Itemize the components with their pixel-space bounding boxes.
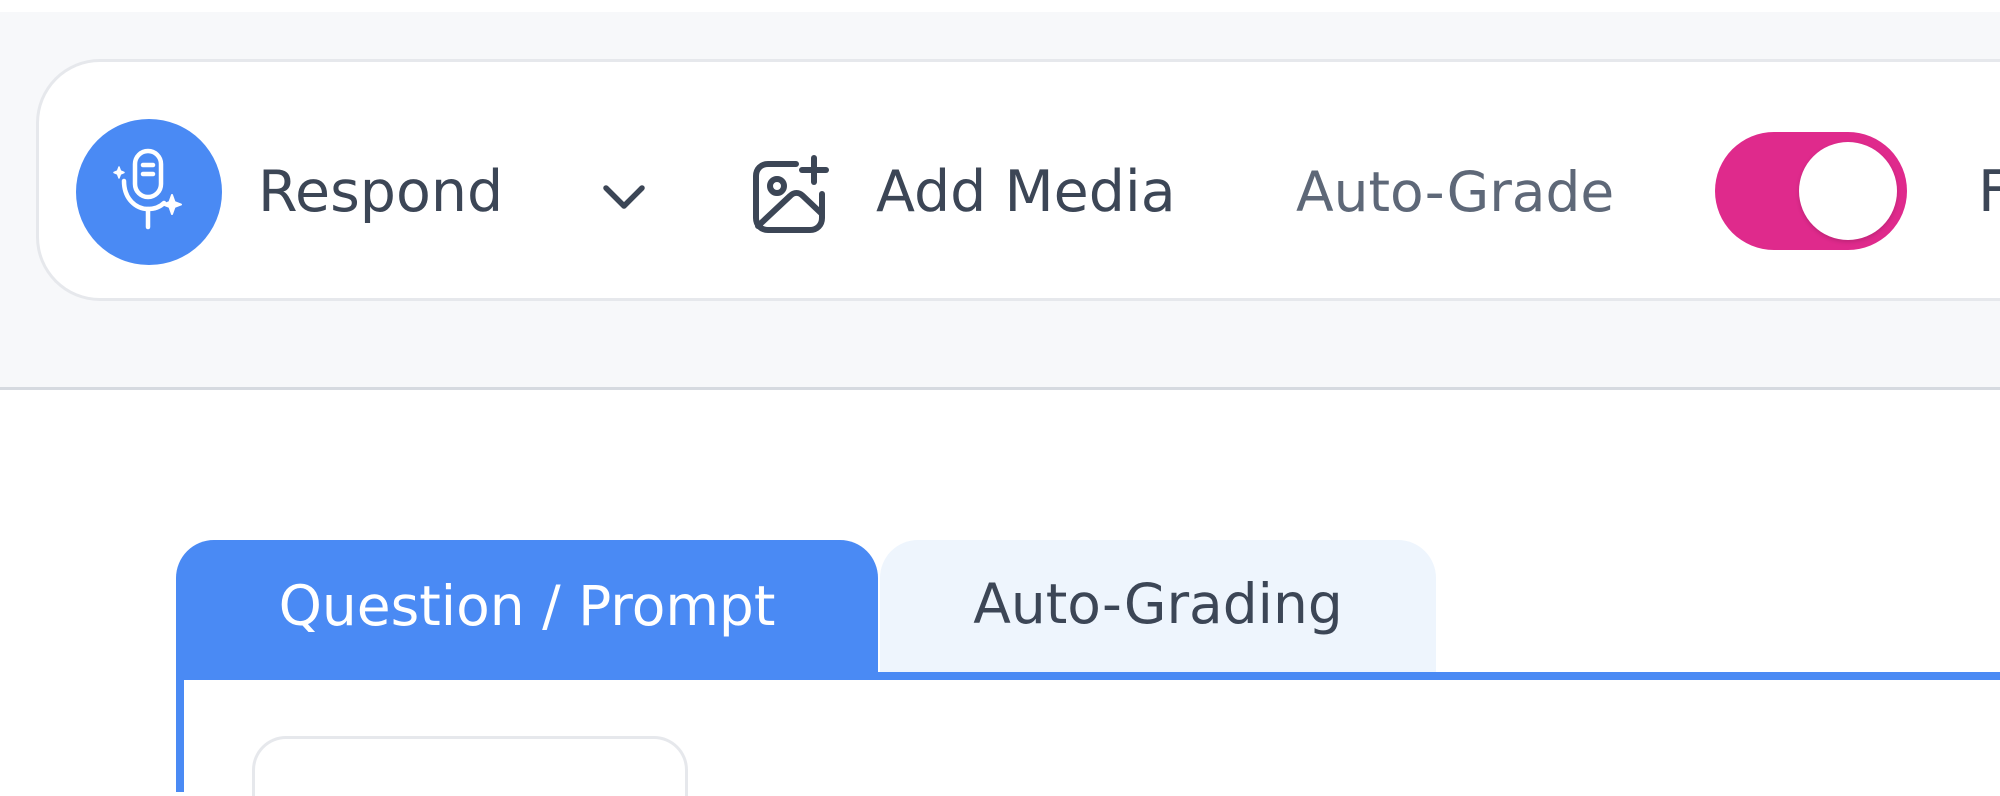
prompt-editor-field[interactable]: [252, 736, 688, 796]
respond-type-label[interactable]: Respond: [258, 154, 503, 230]
add-media-button[interactable]: Add Media: [876, 154, 1176, 230]
tab-auto-grading[interactable]: Auto-Grading: [880, 540, 1436, 672]
window-top-edge: [0, 0, 2000, 12]
toggle-knob: [1799, 142, 1897, 240]
add-image-icon[interactable]: [748, 154, 832, 238]
tab-question-prompt[interactable]: Question / Prompt: [176, 540, 878, 676]
ai-microphone-icon: [113, 148, 182, 230]
toolbar-next-item-label[interactable]: F: [1978, 154, 2000, 230]
auto-grade-label: Auto-Grade: [1296, 160, 1615, 224]
respond-type-button[interactable]: [76, 119, 222, 265]
auto-grade-toggle[interactable]: [1715, 132, 1907, 250]
chevron-down-icon[interactable]: [598, 170, 650, 222]
tab-question-prompt-label: Question / Prompt: [278, 574, 776, 638]
tab-auto-grading-label: Auto-Grading: [973, 572, 1343, 636]
